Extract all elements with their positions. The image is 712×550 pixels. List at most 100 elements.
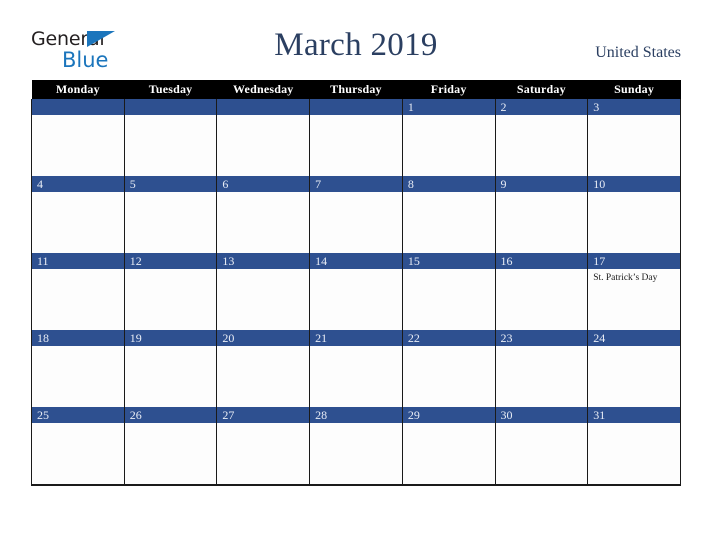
- day-cell-content: 28: [310, 407, 402, 484]
- day-number: 6: [217, 176, 310, 192]
- calendar-day-cell[interactable]: 16: [494, 253, 589, 330]
- day-events: [32, 423, 124, 484]
- day-cell-content: 7: [310, 176, 402, 253]
- day-number: 16: [495, 253, 588, 269]
- day-events: [588, 423, 680, 484]
- day-number: 10: [588, 176, 680, 192]
- day-events: [217, 269, 310, 330]
- day-cell-content: 4: [32, 176, 124, 253]
- calendar-day-cell[interactable]: 28: [309, 407, 403, 485]
- calendar-day-cell[interactable]: 15: [401, 253, 496, 330]
- day-cell-content: 6: [217, 176, 310, 253]
- day-events: [310, 346, 402, 407]
- day-number: 13: [217, 253, 310, 269]
- day-cell-content: 8: [402, 176, 495, 253]
- day-number: 9: [495, 176, 588, 192]
- day-cell-content: 1: [402, 99, 495, 176]
- day-events: [495, 346, 588, 407]
- weekday-header-saturday: Saturday: [495, 80, 588, 99]
- calendar-day-cell[interactable]: 9: [494, 176, 589, 253]
- day-events: [588, 192, 680, 253]
- calendar-day-cell[interactable]: 19: [123, 330, 218, 407]
- weekday-header-monday: Monday: [31, 80, 125, 99]
- day-cell-content: 31: [588, 407, 680, 484]
- calendar-day-cell[interactable]: 25: [31, 407, 125, 485]
- calendar-day-cell[interactable]: 23: [494, 330, 589, 407]
- calendar-day-cell[interactable]: [309, 99, 403, 176]
- day-cell-content: 18: [32, 330, 124, 407]
- day-number: 5: [124, 176, 217, 192]
- calendar-day-cell[interactable]: 12: [123, 253, 218, 330]
- day-events: [495, 192, 588, 253]
- calendar-day-cell[interactable]: 22: [401, 330, 496, 407]
- day-events: [588, 115, 680, 176]
- day-number: 26: [124, 407, 217, 423]
- calendar-day-cell[interactable]: 5: [123, 176, 218, 253]
- country-label: United States: [595, 44, 681, 61]
- day-number: 8: [402, 176, 495, 192]
- calendar-day-cell[interactable]: 30: [494, 407, 589, 485]
- calendar-header-row: Monday Tuesday Wednesday Thursday Friday…: [31, 80, 681, 99]
- calendar-day-cell[interactable]: 2: [494, 99, 589, 176]
- calendar-day-cell[interactable]: 20: [216, 330, 311, 407]
- day-cell-content: 24: [588, 330, 680, 407]
- calendar-day-cell[interactable]: [31, 99, 125, 176]
- day-number: 20: [217, 330, 310, 346]
- calendar-day-cell[interactable]: 8: [401, 176, 496, 253]
- day-number: 25: [32, 407, 124, 423]
- day-number: 7: [310, 176, 402, 192]
- calendar-day-cell[interactable]: 27: [216, 407, 311, 485]
- calendar-day-cell[interactable]: 7: [309, 176, 403, 253]
- calendar-day-cell[interactable]: 14: [309, 253, 403, 330]
- calendar-day-cell[interactable]: 18: [31, 330, 125, 407]
- page-header: General Blue March 2019 United States: [0, 0, 712, 78]
- calendar-day-cell[interactable]: 29: [401, 407, 496, 485]
- calendar-day-cell[interactable]: 31: [587, 407, 681, 485]
- calendar-day-cell[interactable]: 13: [216, 253, 311, 330]
- day-events: [124, 115, 217, 176]
- calendar-day-cell[interactable]: 17 St. Patrick’s Day: [587, 253, 681, 330]
- day-cell-content: 29: [402, 407, 495, 484]
- day-events: St. Patrick’s Day: [588, 269, 680, 330]
- weekday-header-wednesday: Wednesday: [216, 80, 310, 99]
- calendar-body: 1 2 3 4 5 6 7 8 9 10 11 12 13 14 15 16 17 St. Patrick’s D…: [31, 99, 681, 485]
- day-events: [402, 346, 495, 407]
- day-number: 15: [402, 253, 495, 269]
- calendar-day-cell[interactable]: 3: [587, 99, 681, 176]
- calendar-week-row: 11 12 13 14 15 16 17 St. Patrick’s Day: [31, 253, 681, 330]
- day-cell-content: 22: [402, 330, 495, 407]
- day-cell-content: 15: [402, 253, 495, 330]
- day-number-empty: [310, 99, 402, 115]
- calendar-day-cell[interactable]: [216, 99, 311, 176]
- calendar-day-cell[interactable]: 21: [309, 330, 403, 407]
- day-events: [310, 192, 402, 253]
- day-cell-content: 2: [495, 99, 588, 176]
- day-cell-content: 5: [124, 176, 217, 253]
- calendar-day-cell[interactable]: 1: [401, 99, 496, 176]
- day-events: [124, 269, 217, 330]
- calendar-day-cell[interactable]: 26: [123, 407, 218, 485]
- day-events: [402, 192, 495, 253]
- day-events: [402, 115, 495, 176]
- calendar-day-cell[interactable]: 10: [587, 176, 681, 253]
- day-cell-content: 14: [310, 253, 402, 330]
- calendar-day-cell[interactable]: 4: [31, 176, 125, 253]
- calendar-day-cell[interactable]: [123, 99, 218, 176]
- calendar-week-row: 123: [31, 99, 681, 176]
- day-events: [495, 423, 588, 484]
- calendar-day-cell[interactable]: 24: [587, 330, 681, 407]
- day-events: [495, 115, 588, 176]
- day-cell-content: 27: [217, 407, 310, 484]
- day-cell-content: 3: [588, 99, 680, 176]
- calendar-day-cell[interactable]: 6: [216, 176, 311, 253]
- day-number-empty: [124, 99, 217, 115]
- day-cell-content: 20: [217, 330, 310, 407]
- calendar-week-row: 18 19 20 21 22 23 24: [31, 330, 681, 407]
- day-number-empty: [217, 99, 310, 115]
- weekday-header-sunday: Sunday: [587, 80, 681, 99]
- day-number: 23: [495, 330, 588, 346]
- calendar-day-cell[interactable]: 11: [31, 253, 125, 330]
- day-number: 28: [310, 407, 402, 423]
- day-number: 1: [402, 99, 495, 115]
- day-cell-content: 30: [495, 407, 588, 484]
